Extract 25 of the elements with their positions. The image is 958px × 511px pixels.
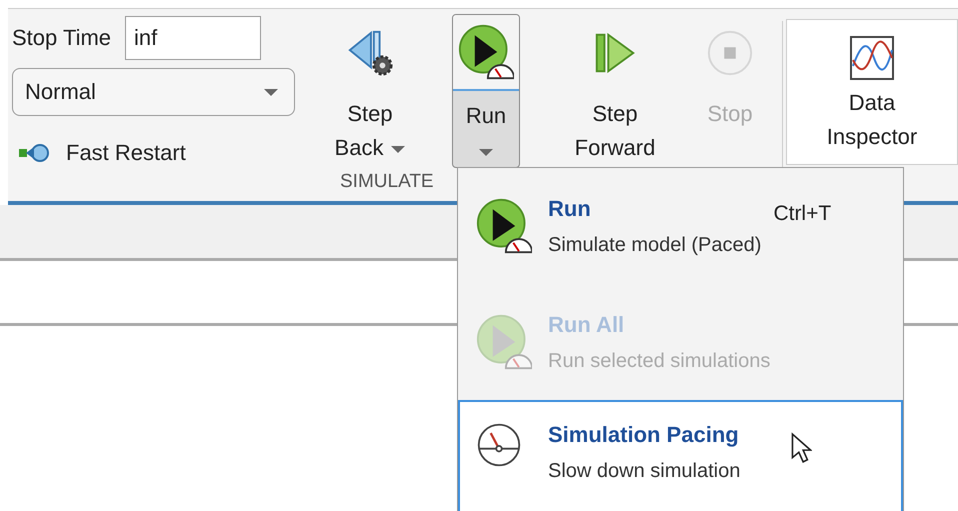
mouse-pointer-icon [790, 432, 812, 464]
fast-restart-icon [18, 143, 52, 163]
play-gauge-icon [476, 198, 532, 254]
menu-item[interactable]: Run Simulate model (Paced) Ctrl+T [458, 168, 903, 284]
stop-time-field[interactable]: inf [125, 16, 262, 60]
gauge-icon [476, 422, 522, 468]
step-forward-button[interactable]: Step Forward [560, 9, 670, 165]
waveform-chart-icon [850, 36, 894, 80]
step-back-button[interactable]: Step Back [325, 9, 415, 165]
caret-icon [391, 146, 406, 153]
step-back-gear-icon [346, 29, 394, 77]
stop-icon [706, 29, 754, 77]
stop-time-label: Stop Time [12, 25, 112, 51]
data-inspector-button[interactable]: Data Inspector [786, 19, 958, 165]
run-button-label[interactable]: Run [466, 99, 506, 133]
run-split-button[interactable]: Run [452, 14, 520, 168]
shortcut-label: Ctrl+T [773, 202, 832, 226]
section-label: SIMULATE [340, 171, 434, 193]
menu-item[interactable]: Simulation Pacing Slow down simulation [458, 400, 903, 511]
play-gauge-icon [458, 24, 514, 80]
caret-icon [264, 88, 278, 96]
play-gauge-icon [476, 314, 532, 370]
caret-icon [479, 149, 493, 156]
simulation-mode-dropdown[interactable]: Normal [12, 68, 295, 116]
fast-restart-button[interactable]: Fast Restart [66, 140, 186, 166]
